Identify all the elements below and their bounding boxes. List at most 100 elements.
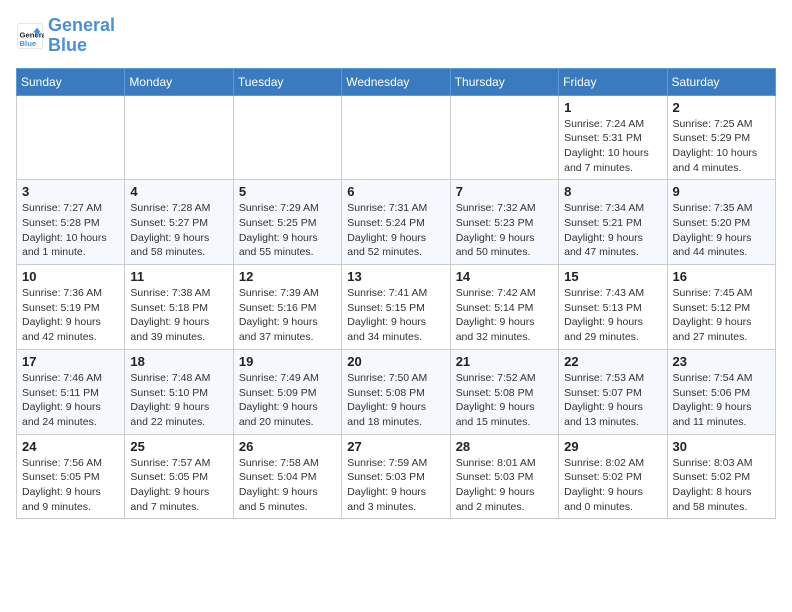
- day-info: Sunrise: 7:53 AM Sunset: 5:07 PM Dayligh…: [564, 371, 661, 430]
- calendar-cell: [450, 95, 558, 180]
- calendar-cell: 9 Sunrise: 7:35 AM Sunset: 5:20 PM Daylig…: [667, 180, 775, 265]
- day-info: Sunrise: 7:56 AM Sunset: 5:05 PM Dayligh…: [22, 456, 119, 515]
- day-number: 17: [22, 354, 119, 369]
- day-info: Sunrise: 7:54 AM Sunset: 5:06 PM Dayligh…: [673, 371, 770, 430]
- day-info: Sunrise: 7:25 AM Sunset: 5:29 PM Dayligh…: [673, 117, 770, 176]
- day-info: Sunrise: 7:36 AM Sunset: 5:19 PM Dayligh…: [22, 286, 119, 345]
- day-info: Sunrise: 7:48 AM Sunset: 5:10 PM Dayligh…: [130, 371, 227, 430]
- weekday-header-thursday: Thursday: [450, 68, 558, 95]
- calendar-cell: 5Sunrise: 7:29 AM Sunset: 5:25 PM Daylig…: [233, 180, 341, 265]
- day-info: Sunrise: 7:28 AM Sunset: 5:27 PM Dayligh…: [130, 201, 227, 260]
- day-number: 23: [673, 354, 770, 369]
- calendar-body: 1 Sunrise: 7:24 AM Sunset: 5:31 PM Daylig…: [17, 95, 776, 519]
- calendar-cell: 1 Sunrise: 7:24 AM Sunset: 5:31 PM Daylig…: [559, 95, 667, 180]
- calendar-cell: 11 Sunrise: 7:38 AM Sunset: 5:18 PM Dayli…: [125, 265, 233, 350]
- calendar-cell: 13 Sunrise: 7:41 AM Sunset: 5:15 PM Dayli…: [342, 265, 450, 350]
- weekday-header-wednesday: Wednesday: [342, 68, 450, 95]
- day-info: Sunrise: 7:57 AM Sunset: 5:05 PM Dayligh…: [130, 456, 227, 515]
- day-number: 13: [347, 269, 444, 284]
- calendar-cell: 15 Sunrise: 7:43 AM Sunset: 5:13 PM Dayli…: [559, 265, 667, 350]
- calendar-cell: 27Sunrise: 7:59 AM Sunset: 5:03 PM Dayli…: [342, 434, 450, 519]
- day-number: 11: [130, 269, 227, 284]
- calendar-cell: 17 Sunrise: 7:46 AM Sunset: 5:11 PM Dayli…: [17, 349, 125, 434]
- day-number: 8: [564, 184, 661, 199]
- day-number: 21: [456, 354, 553, 369]
- day-number: 26: [239, 439, 336, 454]
- logo: General Blue GeneralBlue: [16, 16, 115, 56]
- calendar-cell: 24 Sunrise: 7:56 AM Sunset: 5:05 PM Dayli…: [17, 434, 125, 519]
- calendar-week-0: 1 Sunrise: 7:24 AM Sunset: 5:31 PM Daylig…: [17, 95, 776, 180]
- day-number: 5: [239, 184, 336, 199]
- day-info: Sunrise: 7:41 AM Sunset: 5:15 PM Dayligh…: [347, 286, 444, 345]
- calendar-cell: [342, 95, 450, 180]
- day-number: 19: [239, 354, 336, 369]
- day-number: 30: [673, 439, 770, 454]
- day-number: 1: [564, 100, 661, 115]
- calendar-cell: 12 Sunrise: 7:39 AM Sunset: 5:16 PM Dayli…: [233, 265, 341, 350]
- day-number: 12: [239, 269, 336, 284]
- calendar-cell: 18 Sunrise: 7:48 AM Sunset: 5:10 PM Dayli…: [125, 349, 233, 434]
- calendar-header-row: SundayMondayTuesdayWednesdayThursdayFrid…: [17, 68, 776, 95]
- calendar-cell: 29 Sunrise: 8:02 AM Sunset: 5:02 PM Dayli…: [559, 434, 667, 519]
- day-number: 24: [22, 439, 119, 454]
- calendar-cell: [233, 95, 341, 180]
- weekday-header-friday: Friday: [559, 68, 667, 95]
- day-info: Sunrise: 7:35 AM Sunset: 5:20 PM Dayligh…: [673, 201, 770, 260]
- calendar-week-1: 3 Sunrise: 7:27 AM Sunset: 5:28 PM Daylig…: [17, 180, 776, 265]
- calendar-week-2: 10 Sunrise: 7:36 AM Sunset: 5:19 PM Dayli…: [17, 265, 776, 350]
- day-info: Sunrise: 7:27 AM Sunset: 5:28 PM Dayligh…: [22, 201, 119, 260]
- day-info: Sunrise: 7:45 AM Sunset: 5:12 PM Dayligh…: [673, 286, 770, 345]
- calendar-cell: 10 Sunrise: 7:36 AM Sunset: 5:19 PM Dayli…: [17, 265, 125, 350]
- calendar-cell: 3 Sunrise: 7:27 AM Sunset: 5:28 PM Daylig…: [17, 180, 125, 265]
- calendar-cell: 2 Sunrise: 7:25 AM Sunset: 5:29 PM Daylig…: [667, 95, 775, 180]
- page-header: General Blue GeneralBlue: [16, 16, 776, 56]
- day-info: Sunrise: 7:39 AM Sunset: 5:16 PM Dayligh…: [239, 286, 336, 345]
- logo-icon: General Blue: [16, 22, 44, 50]
- calendar-cell: 14 Sunrise: 7:42 AM Sunset: 5:14 PM Dayli…: [450, 265, 558, 350]
- day-number: 20: [347, 354, 444, 369]
- calendar-cell: 23 Sunrise: 7:54 AM Sunset: 5:06 PM Dayli…: [667, 349, 775, 434]
- calendar-cell: 16 Sunrise: 7:45 AM Sunset: 5:12 PM Dayli…: [667, 265, 775, 350]
- day-info: Sunrise: 7:34 AM Sunset: 5:21 PM Dayligh…: [564, 201, 661, 260]
- day-info: Sunrise: 7:24 AM Sunset: 5:31 PM Dayligh…: [564, 117, 661, 176]
- day-info: Sunrise: 7:32 AM Sunset: 5:23 PM Dayligh…: [456, 201, 553, 260]
- day-number: 2: [673, 100, 770, 115]
- day-info: Sunrise: 8:02 AM Sunset: 5:02 PM Dayligh…: [564, 456, 661, 515]
- day-number: 7: [456, 184, 553, 199]
- weekday-header-sunday: Sunday: [17, 68, 125, 95]
- calendar-cell: 25 Sunrise: 7:57 AM Sunset: 5:05 PM Dayli…: [125, 434, 233, 519]
- weekday-header-saturday: Saturday: [667, 68, 775, 95]
- calendar-cell: [17, 95, 125, 180]
- day-number: 9: [673, 184, 770, 199]
- day-number: 18: [130, 354, 227, 369]
- calendar-cell: 4Sunrise: 7:28 AM Sunset: 5:27 PM Daylig…: [125, 180, 233, 265]
- day-number: 22: [564, 354, 661, 369]
- day-number: 3: [22, 184, 119, 199]
- day-info: Sunrise: 7:38 AM Sunset: 5:18 PM Dayligh…: [130, 286, 227, 345]
- day-number: 10: [22, 269, 119, 284]
- day-number: 29: [564, 439, 661, 454]
- day-info: Sunrise: 7:46 AM Sunset: 5:11 PM Dayligh…: [22, 371, 119, 430]
- weekday-header-monday: Monday: [125, 68, 233, 95]
- day-number: 15: [564, 269, 661, 284]
- calendar-table: SundayMondayTuesdayWednesdayThursdayFrid…: [16, 68, 776, 520]
- day-info: Sunrise: 7:49 AM Sunset: 5:09 PM Dayligh…: [239, 371, 336, 430]
- calendar-cell: 6 Sunrise: 7:31 AM Sunset: 5:24 PM Daylig…: [342, 180, 450, 265]
- svg-text:Blue: Blue: [20, 39, 37, 48]
- day-info: Sunrise: 7:42 AM Sunset: 5:14 PM Dayligh…: [456, 286, 553, 345]
- calendar-cell: 22 Sunrise: 7:53 AM Sunset: 5:07 PM Dayli…: [559, 349, 667, 434]
- day-number: 27: [347, 439, 444, 454]
- day-number: 14: [456, 269, 553, 284]
- day-info: Sunrise: 7:31 AM Sunset: 5:24 PM Dayligh…: [347, 201, 444, 260]
- calendar-cell: 26Sunrise: 7:58 AM Sunset: 5:04 PM Dayli…: [233, 434, 341, 519]
- calendar-week-4: 24 Sunrise: 7:56 AM Sunset: 5:05 PM Dayli…: [17, 434, 776, 519]
- day-info: Sunrise: 7:43 AM Sunset: 5:13 PM Dayligh…: [564, 286, 661, 345]
- day-info: Sunrise: 8:01 AM Sunset: 5:03 PM Dayligh…: [456, 456, 553, 515]
- day-number: 16: [673, 269, 770, 284]
- calendar-cell: 20Sunrise: 7:50 AM Sunset: 5:08 PM Dayli…: [342, 349, 450, 434]
- calendar-week-3: 17 Sunrise: 7:46 AM Sunset: 5:11 PM Dayli…: [17, 349, 776, 434]
- day-number: 25: [130, 439, 227, 454]
- calendar-cell: 28Sunrise: 8:01 AM Sunset: 5:03 PM Dayli…: [450, 434, 558, 519]
- calendar-cell: 19 Sunrise: 7:49 AM Sunset: 5:09 PM Dayli…: [233, 349, 341, 434]
- day-number: 6: [347, 184, 444, 199]
